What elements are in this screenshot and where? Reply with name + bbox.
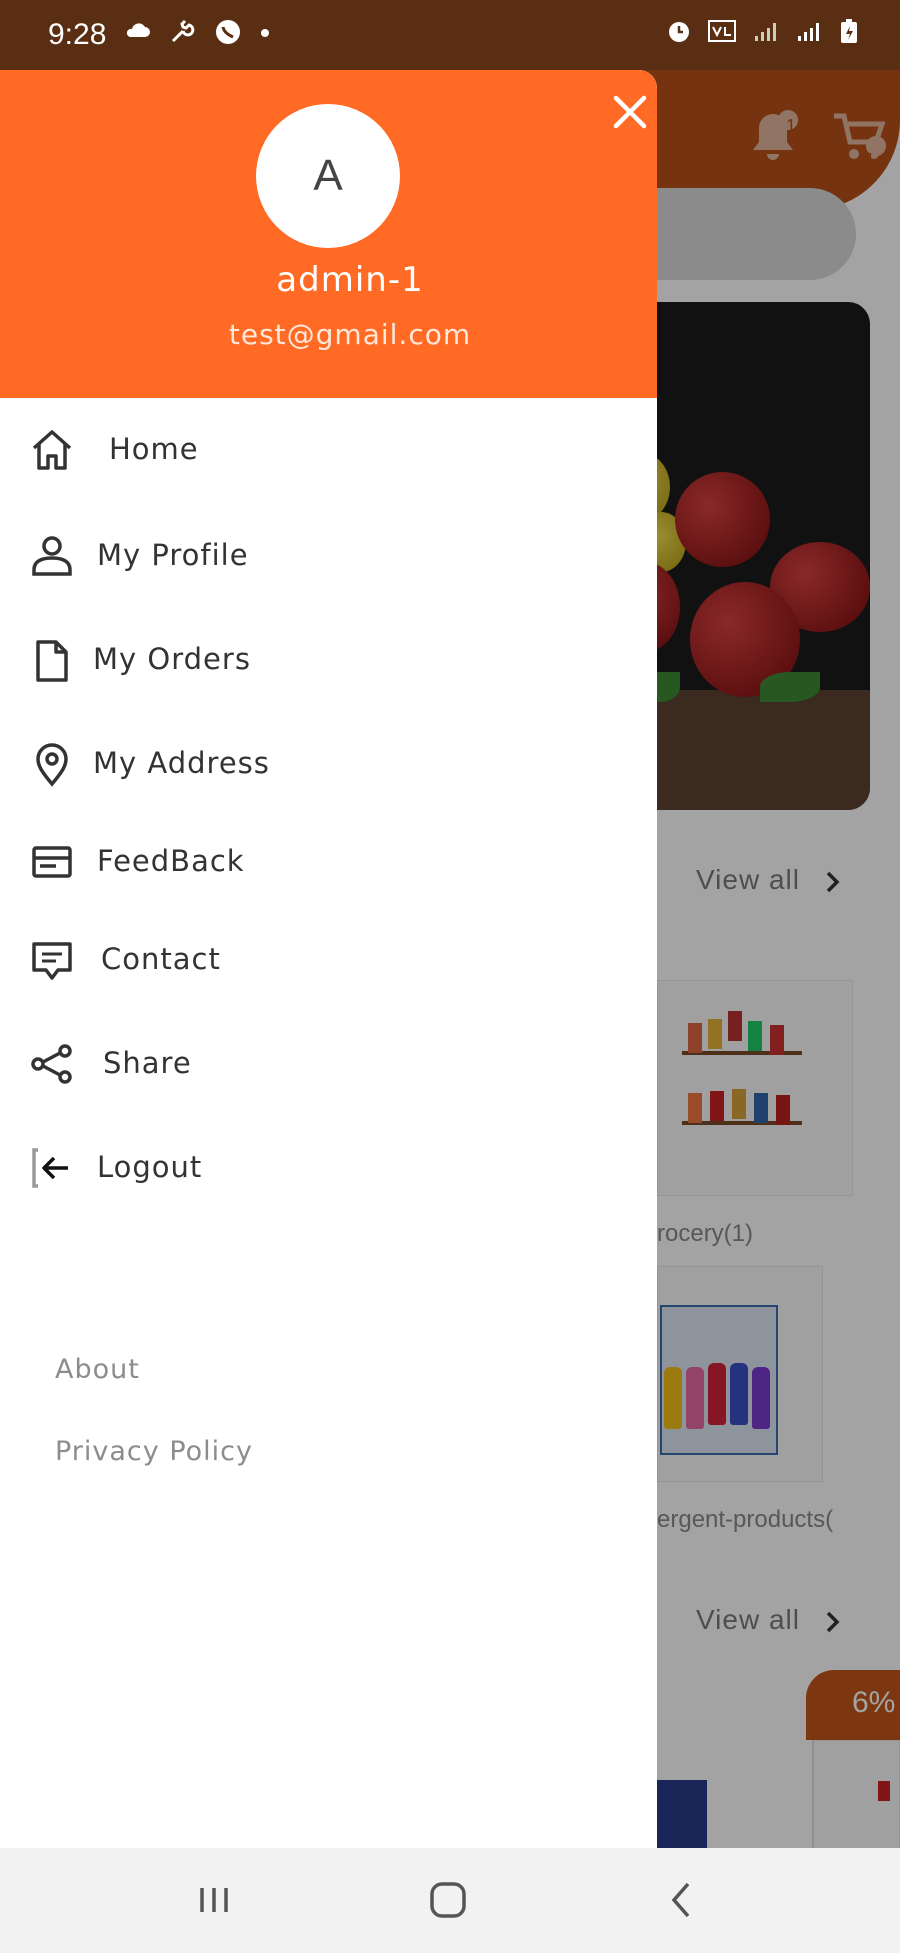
status-notification-icons [125,16,270,46]
logout-icon [32,1148,68,1188]
back-icon [671,1882,690,1918]
menu-label: FeedBack [97,844,245,878]
recent-apps-button[interactable] [184,1876,244,1924]
system-navigation-bar [0,1848,900,1953]
user-name: admin-1 [276,260,424,300]
menu-label: Logout [97,1150,203,1184]
menu-label: My Profile [97,538,249,572]
user-icon [32,536,72,576]
signal-icon [754,23,776,41]
feedback-icon [32,846,72,878]
share-icon [31,1044,72,1084]
alarm-icon [669,22,690,42]
menu-label: Contact [101,942,221,976]
close-icon [613,95,647,129]
signal-icon [798,23,820,41]
close-drawer-button[interactable] [608,90,652,134]
home-icon [32,430,72,470]
status-time: 9:28 [48,18,107,51]
location-pin-icon [36,743,68,787]
menu-label: My Address [93,746,270,780]
recent-apps-icon [200,1888,228,1912]
whatsapp-icon [215,19,240,44]
avatar-initial: A [313,151,343,200]
menu-item-share[interactable]: Share [0,1024,657,1104]
menu-label: Share [103,1046,192,1080]
menu-item-my-address[interactable]: My Address [0,724,657,804]
menu-item-feedback[interactable]: FeedBack [0,822,657,902]
status-bar: 9:28 [0,0,900,70]
avatar[interactable]: A [256,104,400,248]
about-link[interactable]: About [55,1354,140,1385]
menu-item-logout[interactable]: Logout [0,1128,657,1208]
home-circle-icon [430,1882,466,1918]
cloud-icon [126,22,150,37]
volte-icon [708,20,737,42]
menu-label: Home [109,432,199,466]
menu-label: My Orders [93,642,251,676]
navigation-drawer: A admin-1 test@gmail.com Home My Profile… [0,70,657,1848]
chat-icon [32,942,72,980]
menu-item-my-profile[interactable]: My Profile [0,516,657,596]
battery-icon [841,19,857,43]
back-button[interactable] [652,1876,712,1924]
dot-icon [260,28,269,37]
drawer-header: A admin-1 test@gmail.com [0,70,657,398]
wrench-icon [172,19,195,42]
privacy-policy-link[interactable]: Privacy Policy [55,1436,253,1467]
document-icon [36,640,68,682]
status-system-icons [665,16,860,45]
menu-item-my-orders[interactable]: My Orders [0,620,657,700]
user-email: test@gmail.com [228,318,472,351]
home-button[interactable] [418,1876,478,1924]
menu-item-home[interactable]: Home [0,410,657,490]
menu-item-contact[interactable]: Contact [0,920,657,1000]
